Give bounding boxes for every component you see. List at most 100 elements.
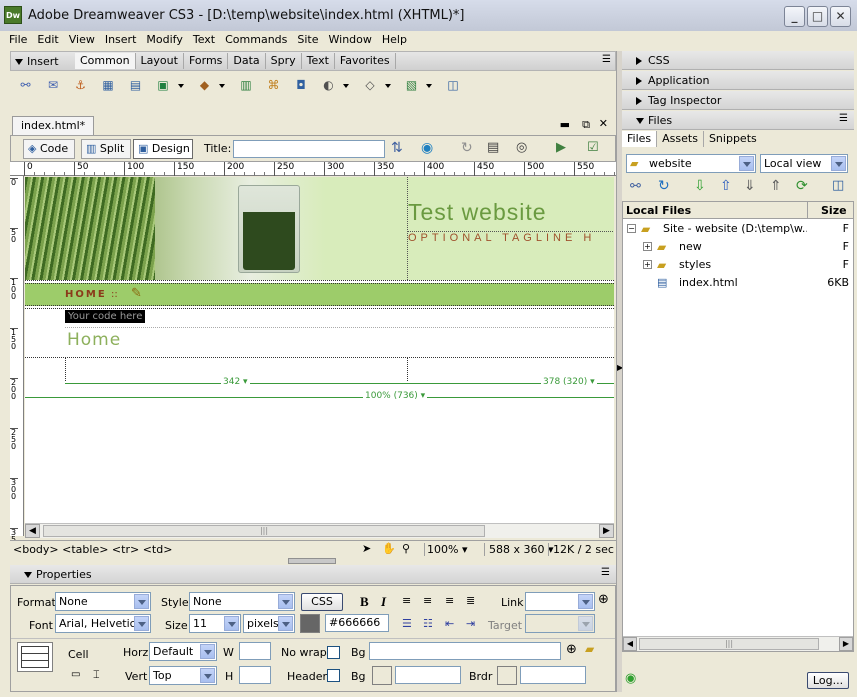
panel-options-icon[interactable]: ☰ (602, 54, 611, 65)
check-out-icon[interactable]: ⇓ (744, 178, 756, 194)
bg-point-icon[interactable]: ⊕ (566, 642, 577, 657)
files-scroll-left-icon[interactable]: ◀ (623, 637, 637, 651)
check-in-icon[interactable]: ⇑ (770, 178, 782, 194)
size-select[interactable]: 11 (189, 614, 241, 633)
files-scroll-right-icon[interactable]: ▶ (839, 637, 853, 651)
zoom-select[interactable]: 100% ▾ (424, 543, 480, 556)
menu-help[interactable]: Help (377, 31, 412, 49)
tag-chooser-icon[interactable]: ◫ (444, 76, 463, 95)
align-left-icon[interactable]: ≡ (402, 594, 411, 607)
bg-image-input[interactable] (369, 642, 561, 660)
column-width-1[interactable]: 342 ▾ (221, 377, 250, 387)
put-files-icon[interactable]: ⇧ (720, 178, 732, 194)
vert-select[interactable]: Top (149, 666, 217, 685)
files-scroll-thumb[interactable]: ||| (639, 638, 819, 650)
image-icon[interactable]: ▣ (154, 76, 173, 95)
bg-color-input[interactable] (395, 666, 461, 684)
tab-forms[interactable]: Forms (184, 53, 229, 69)
tag-inspector-header[interactable]: Tag Inspector (622, 91, 854, 110)
merge-cells-icon[interactable]: ▭ (71, 669, 80, 680)
tab-assets[interactable]: Assets (657, 131, 704, 147)
file-tree-item[interactable]: ▤ index.html 6KB (623, 274, 853, 292)
file-tree-item[interactable]: + ▰ new F (623, 238, 853, 256)
named-anchor-icon[interactable]: ⚓ (71, 76, 90, 95)
link-select[interactable] (525, 592, 595, 611)
menu-insert[interactable]: Insert (100, 31, 142, 49)
properties-collapse-toggle[interactable]: Properties (24, 568, 92, 581)
doc-minimize-icon[interactable]: ▬ (560, 118, 570, 131)
expand-toggle-icon[interactable]: + (643, 242, 652, 251)
close-button[interactable]: ✕ (830, 6, 851, 27)
menu-view[interactable]: View (64, 31, 100, 49)
comment-icon[interactable]: ◘ (292, 76, 311, 95)
italic-button[interactable]: I (381, 594, 386, 610)
unit-select[interactable]: pixels (243, 614, 295, 633)
indent-icon[interactable]: ⇥ (466, 617, 475, 630)
check-browser-icon[interactable]: ☑ (587, 140, 599, 155)
horizontal-scrollbar[interactable]: ◀ ||| ▶ (25, 523, 614, 538)
validate-markup-icon[interactable]: ▶ (556, 140, 566, 155)
style-select[interactable]: None (189, 592, 295, 611)
menu-edit[interactable]: Edit (32, 31, 63, 49)
column-width-2[interactable]: 378 (320) ▾ (541, 377, 597, 387)
border-color-input[interactable] (520, 666, 586, 684)
templates-icon[interactable]: ▧ (402, 76, 421, 95)
table-width[interactable]: 100% (736) ▾ (363, 391, 428, 401)
browse-folder-icon[interactable]: ▰ (585, 642, 594, 656)
outdent-icon[interactable]: ⇤ (445, 617, 454, 630)
head-icon[interactable]: ◐ (319, 76, 338, 95)
split-cell-icon[interactable]: ⌶ (93, 668, 100, 682)
code-view-button[interactable]: ◈ Code (23, 139, 75, 159)
script-icon[interactable]: ◇ (361, 76, 380, 95)
font-select[interactable]: Arial, Helvetica (55, 614, 151, 633)
insert-collapse-toggle[interactable]: Insert (15, 55, 59, 68)
div-icon[interactable]: ▤ (126, 76, 145, 95)
synchronize-icon[interactable]: ⟳ (796, 178, 808, 194)
window-size-select[interactable]: 588 x 360 ▾ (484, 543, 554, 556)
get-files-icon[interactable]: ⇩ (694, 178, 706, 194)
panel-splitter-handle[interactable] (288, 558, 336, 564)
files-hscrollbar[interactable]: ◀ ||| ▶ (623, 636, 853, 651)
border-color-swatch[interactable] (497, 666, 517, 685)
target-select[interactable] (525, 614, 595, 633)
scroll-left-icon[interactable]: ◀ (25, 524, 40, 538)
files-panel-header[interactable]: Files ☰ (622, 111, 854, 130)
document-tab[interactable]: index.html* (12, 116, 95, 135)
menu-modify[interactable]: Modify (141, 31, 187, 49)
expand-icon[interactable]: ◫ (832, 178, 844, 193)
nowrap-checkbox[interactable] (327, 646, 340, 659)
bg-color-swatch[interactable] (372, 666, 392, 685)
select-tool-icon[interactable]: ➤ (362, 542, 371, 555)
ordered-list-icon[interactable]: ☷ (423, 617, 433, 630)
tab-common[interactable]: Common (75, 53, 136, 69)
visual-aids-icon[interactable]: ◎ (516, 140, 527, 155)
date-icon[interactable]: ▥ (237, 76, 256, 95)
refresh-icon[interactable]: ↻ (658, 178, 670, 194)
align-right-icon[interactable]: ≡ (445, 594, 454, 607)
align-center-icon[interactable]: ≡ (423, 594, 432, 607)
cell-height-input[interactable] (239, 666, 271, 684)
file-tree-item[interactable]: − ▰ Site - website (D:\temp\w... F (623, 220, 853, 238)
properties-options-icon[interactable]: ☰ (601, 567, 610, 578)
bold-button[interactable]: B (360, 594, 369, 610)
view-options-icon[interactable]: ▤ (487, 140, 499, 155)
tab-spry[interactable]: Spry (266, 53, 302, 69)
tag-selector[interactable]: <body> <table> <tr> <td> (13, 543, 172, 556)
css-panel-header[interactable]: CSS (622, 51, 854, 70)
menu-file[interactable]: File (4, 31, 32, 49)
point-to-file-icon[interactable]: ⊕ (598, 592, 609, 607)
log-button[interactable]: Log... (807, 672, 849, 689)
format-select[interactable]: None (55, 592, 151, 611)
table-icon[interactable]: ▦ (99, 76, 118, 95)
design-view-button[interactable]: ▣ Design (133, 139, 193, 159)
title-input[interactable] (233, 140, 385, 158)
connect-icon[interactable]: ⚯ (630, 179, 641, 194)
css-button[interactable]: CSS (301, 593, 343, 611)
tab-layout[interactable]: Layout (136, 53, 184, 69)
unordered-list-icon[interactable]: ☰ (402, 617, 412, 630)
zoom-tool-icon[interactable]: ⚲ (402, 542, 410, 555)
header-checkbox[interactable] (327, 669, 340, 682)
tab-text[interactable]: Text (302, 53, 335, 69)
email-link-icon[interactable]: ✉ (44, 76, 63, 95)
refresh-design-icon[interactable]: ↻ (461, 140, 473, 156)
